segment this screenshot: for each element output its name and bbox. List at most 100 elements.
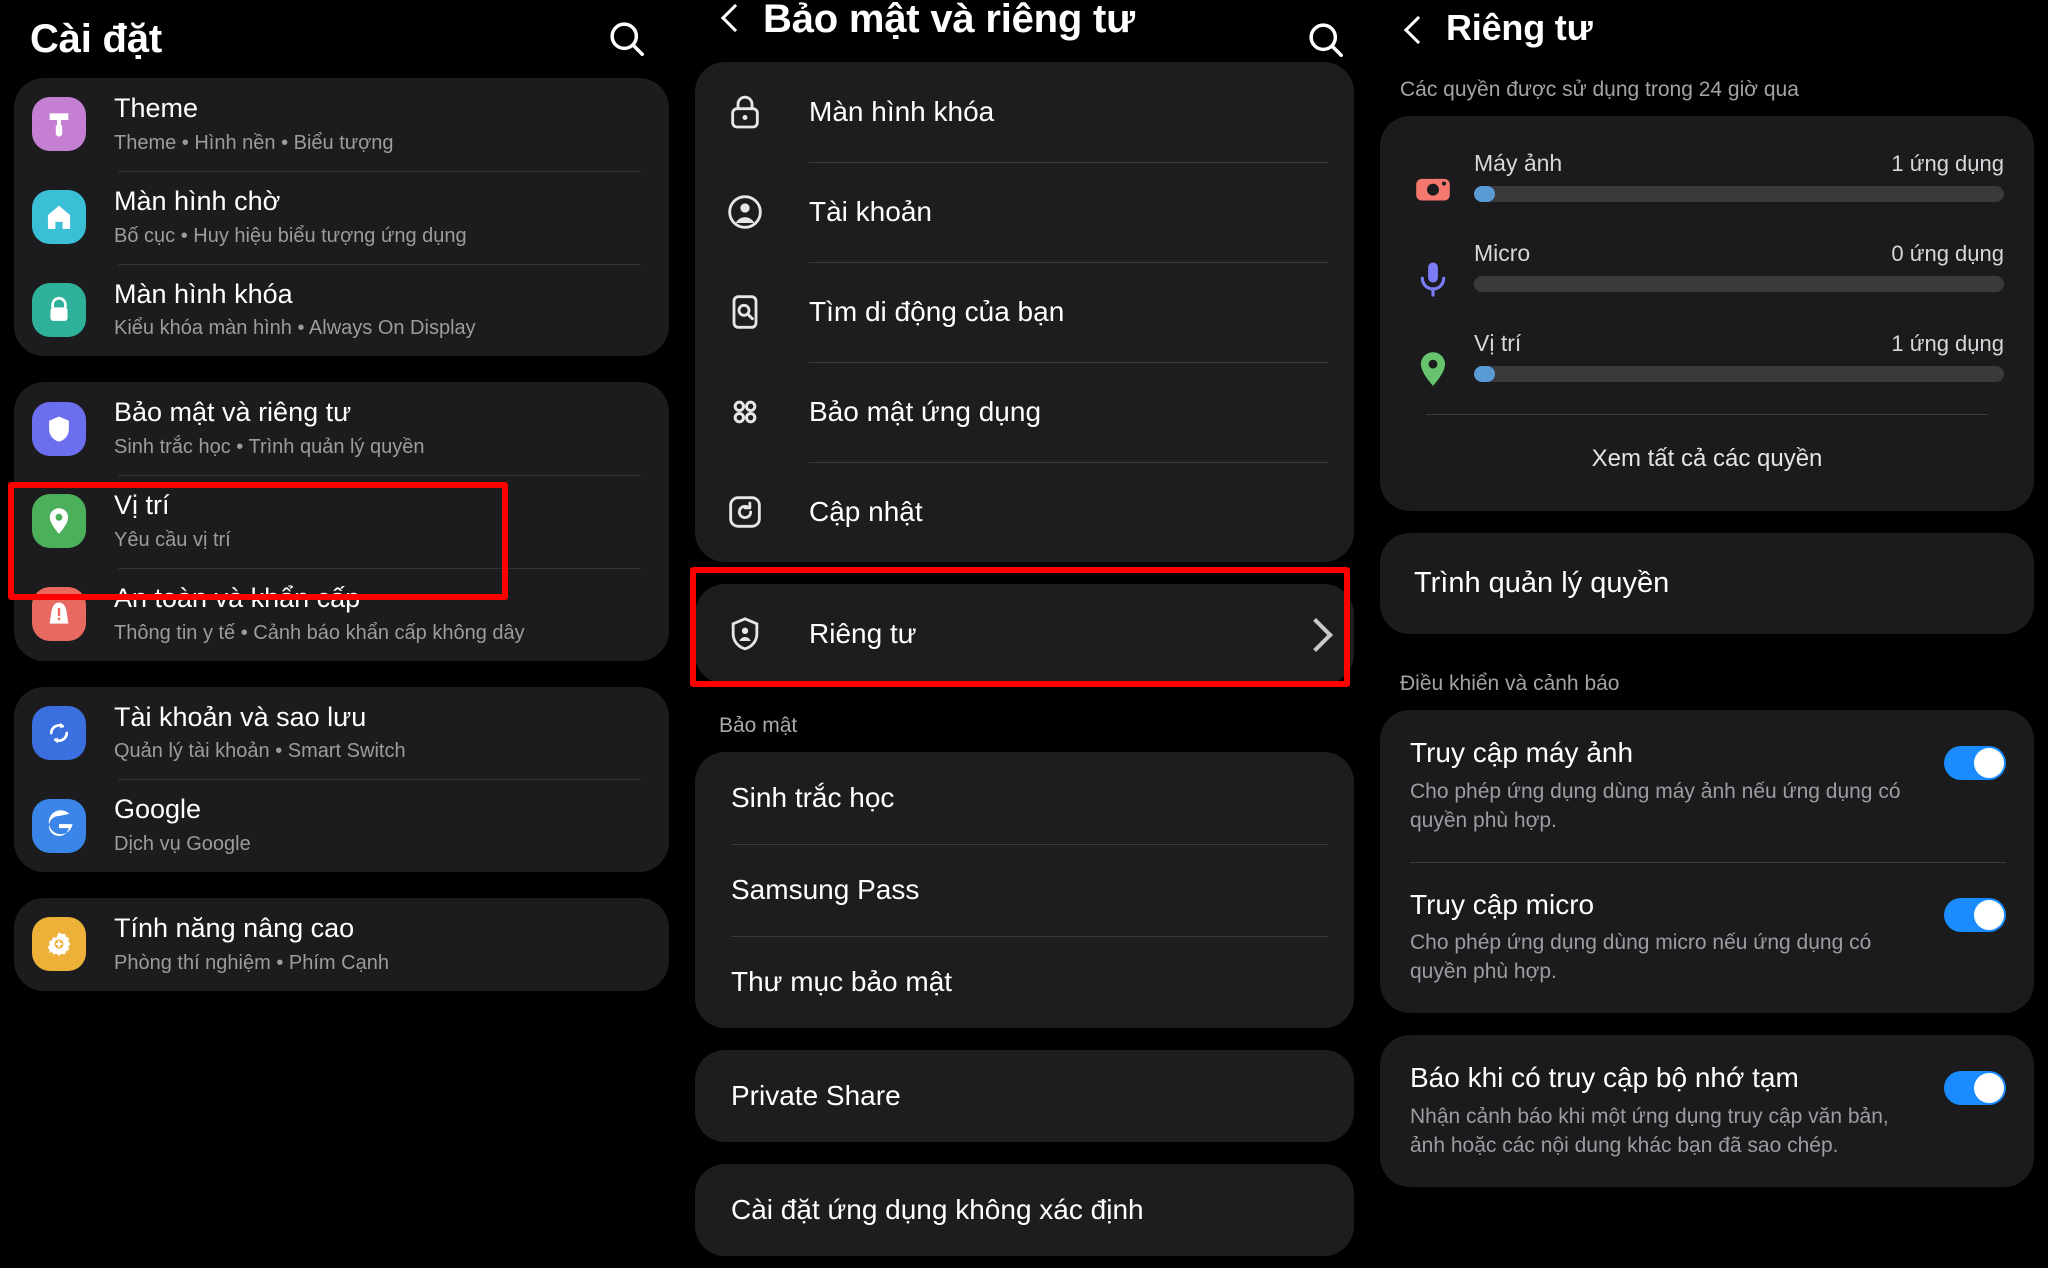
security-item-t-i-kho-n[interactable]: Tài khoản bbox=[695, 162, 1354, 262]
settings-row-title: Vị trí bbox=[114, 490, 170, 520]
settings-card: Tính năng nâng cao Phòng thí nghiệm • Phí… bbox=[14, 898, 669, 991]
three-panel-screenshot: Cài đặt Theme Theme • Hình nền • Biểu tượ… bbox=[0, 0, 2048, 1268]
security-item-c-p-nh-t[interactable]: Cập nhật bbox=[695, 462, 1354, 562]
section-label-controls-alerts: Điều khiển và cảnh báo bbox=[1400, 672, 1620, 695]
permission-head: Vị trí 1 ứng dụng bbox=[1474, 330, 2004, 357]
toggle-row[interactable]: Truy cập máy ảnh Cho phép ứng dụng dùng m… bbox=[1380, 710, 2034, 862]
view-all-permissions-button[interactable]: Xem tất cả các quyền bbox=[1426, 415, 1988, 501]
settings-header: Cài đặt bbox=[0, 0, 683, 78]
permission-name: Micro bbox=[1474, 240, 1531, 266]
security-item-label: Tài khoản bbox=[809, 196, 932, 227]
emergency-icon bbox=[32, 587, 86, 642]
privacy-entry-card: Riêng tư bbox=[695, 584, 1354, 684]
security-subitem-sinh-tr-c-h-c[interactable]: Sinh trắc học bbox=[695, 752, 1354, 844]
settings-row-google[interactable]: Google Dịch vụ Google bbox=[14, 779, 669, 872]
toggle-row[interactable]: Truy cập micro Cho phép ứng dụng dùng mic… bbox=[1380, 861, 2034, 1014]
settings-row-title: Màn hình khóa bbox=[114, 278, 293, 309]
security-item-label: Tìm di động của bạn bbox=[809, 296, 1065, 327]
back-chevron-icon[interactable] bbox=[713, 14, 747, 48]
settings-row-an-to-n-v-kh-n-c-p[interactable]: An toàn và khẩn cấp Thông tin y tế • Cảnh… bbox=[14, 567, 669, 661]
permission-manager-row[interactable]: Trình quản lý quyền bbox=[1380, 533, 2034, 634]
settings-row-theme[interactable]: Theme Theme • Hình nền • Biểu tượng bbox=[14, 78, 669, 171]
security-item-label: Cập nhật bbox=[809, 496, 923, 527]
microphone-icon bbox=[1410, 256, 1456, 302]
settings-row-subtitle: Phòng thí nghiệm • Phím Cạnh bbox=[114, 951, 389, 974]
security-subitem-label: Private Share bbox=[731, 1080, 901, 1111]
account-circle-icon bbox=[721, 188, 769, 236]
toggle-switch[interactable] bbox=[1944, 746, 2006, 780]
settings-row-t-i-kho-n-v-sao-l-u[interactable]: Tài khoản và sao lưu Quản lý tài khoản • … bbox=[14, 687, 669, 780]
security-item-m-n-h-nh-kh-a[interactable]: Màn hình khóa bbox=[695, 62, 1354, 162]
security-subitem-private-share[interactable]: Private Share bbox=[695, 1050, 1354, 1142]
private-share-card: Private Share bbox=[695, 1050, 1354, 1142]
settings-row-title: An toàn và khẩn cấp bbox=[114, 582, 361, 613]
advanced-gear-icon bbox=[32, 917, 86, 972]
settings-row-title: Google bbox=[114, 794, 202, 825]
security-privacy-header: Bảo mật và riêng tư bbox=[683, 0, 1366, 62]
settings-card: Theme Theme • Hình nền • Biểu tượng Màn hì… bbox=[14, 78, 669, 357]
settings-row-t-nh-n-ng-n-ng-cao[interactable]: Tính năng nâng cao Phòng thí nghiệm • Phí… bbox=[14, 898, 669, 991]
chevron-right-icon bbox=[1304, 623, 1326, 645]
search-icon[interactable] bbox=[1304, 18, 1348, 62]
settings-row-subtitle: Theme • Hình nền • Biểu tượng bbox=[114, 131, 394, 154]
settings-row-texts: Tính năng nâng cao Phòng thí nghiệm • Phí… bbox=[114, 912, 389, 977]
privacy-content: Các quyền được sử dụng trong 24 giờ qua M… bbox=[1366, 62, 2048, 1187]
settings-row-texts: Bảo mật và riêng tư Sinh trắc học • Trình… bbox=[114, 396, 425, 461]
toggle-switch[interactable] bbox=[1944, 897, 2006, 932]
page-title: Cài đặt bbox=[30, 16, 162, 61]
security-subitem-label: Sinh trắc học bbox=[731, 782, 895, 813]
permission-row: Máy ảnh 1 ứng dụng bbox=[1410, 140, 2004, 230]
settings-row-title: Tính năng nâng cao bbox=[114, 913, 355, 943]
permission-body: Vị trí 1 ứng dụng bbox=[1474, 330, 2004, 382]
security-subitem-unknown-apps[interactable]: Cài đặt ứng dụng không xác định bbox=[695, 1164, 1354, 1256]
settings-row-title: Theme bbox=[114, 93, 199, 123]
settings-row-m-n-h-nh-ch-[interactable]: Màn hình chờ Bố cục • Huy hiệu biểu tượng… bbox=[14, 170, 669, 264]
settings-row-m-n-h-nh-kh-a[interactable]: Màn hình khóa Kiểu khóa màn hình • Always… bbox=[14, 263, 669, 357]
search-icon[interactable] bbox=[605, 17, 649, 61]
security-item-b-o-m-t-ng-d-ng[interactable]: Bảo mật ứng dụng bbox=[695, 362, 1354, 462]
settings-row-texts: An toàn và khẩn cấp Thông tin y tế • Cảnh… bbox=[114, 582, 525, 647]
privacy-header: Riêng tư bbox=[1366, 0, 2048, 62]
settings-row-b-o-m-t-v-ri-ng-t-[interactable]: Bảo mật và riêng tư Sinh trắc học • Trình… bbox=[14, 382, 669, 475]
security-sublist-card: Sinh trắc học Samsung Pass Thư mục bảo mật bbox=[695, 752, 1354, 1028]
permission-body: Micro 0 ứng dụng bbox=[1474, 240, 2004, 292]
permission-bar bbox=[1474, 366, 2004, 382]
security-privacy-panel: Bảo mật và riêng tư Màn hình khóa Tài kho… bbox=[683, 0, 1366, 1268]
update-icon bbox=[721, 488, 769, 536]
security-subitem-label: Cài đặt ứng dụng không xác định bbox=[731, 1194, 1144, 1225]
permission-name: Vị trí bbox=[1474, 330, 1522, 356]
unknown-apps-card: Cài đặt ứng dụng không xác định bbox=[695, 1164, 1354, 1256]
settings-row-texts: Tài khoản và sao lưu Quản lý tài khoản • … bbox=[114, 701, 406, 766]
security-item-t-m-di-ng-c-a-b-n[interactable]: Tìm di động của bạn bbox=[695, 262, 1354, 362]
settings-panel: Cài đặt Theme Theme • Hình nền • Biểu tượ… bbox=[0, 0, 683, 1268]
lock-outline-icon bbox=[721, 88, 769, 136]
security-subitem-samsung-pass[interactable]: Samsung Pass bbox=[695, 844, 1354, 936]
permission-head: Micro 0 ứng dụng bbox=[1474, 240, 2004, 267]
clipboard-alert-card: Báo khi có truy cập bộ nhớ tạm Nhận cảnh … bbox=[1380, 1035, 2034, 1187]
security-item-rieng-tu[interactable]: Riêng tư bbox=[695, 584, 1354, 684]
sync-icon bbox=[32, 705, 86, 760]
settings-row-texts: Google Dịch vụ Google bbox=[114, 793, 251, 858]
toggle-title: Truy cập máy ảnh bbox=[1410, 737, 1634, 768]
google-icon bbox=[32, 798, 86, 853]
toggle-row[interactable]: Báo khi có truy cập bộ nhớ tạm Nhận cảnh … bbox=[1380, 1035, 2034, 1187]
permission-name: Máy ảnh bbox=[1474, 150, 1563, 176]
privacy-shield-icon bbox=[721, 610, 769, 658]
settings-row-texts: Màn hình chờ Bố cục • Huy hiệu biểu tượng… bbox=[114, 185, 467, 250]
settings-row-subtitle: Dịch vụ Google bbox=[114, 833, 251, 855]
settings-row-v-tr-[interactable]: Vị trí Yêu cầu vị trí bbox=[14, 475, 669, 568]
permission-count: 0 ứng dụng bbox=[1891, 241, 2004, 266]
permission-count: 1 ứng dụng bbox=[1891, 331, 2004, 356]
theme-brush-icon bbox=[32, 97, 86, 152]
security-subitem-label: Samsung Pass bbox=[731, 874, 920, 905]
permission-row: Vị trí 1 ứng dụng bbox=[1410, 320, 2004, 410]
toggle-switch[interactable] bbox=[1944, 1071, 2006, 1106]
settings-row-subtitle: Kiểu khóa màn hình • Always On Display bbox=[114, 317, 476, 340]
security-subitem-label: Thư mục bảo mật bbox=[731, 966, 953, 997]
lock-icon bbox=[32, 282, 86, 337]
toggle-title: Truy cập micro bbox=[1410, 888, 1595, 920]
security-subitem-th-m-c-b-o-m-t[interactable]: Thư mục bảo mật bbox=[695, 936, 1354, 1028]
section-label-security: Bảo mật bbox=[719, 714, 798, 737]
camera-icon bbox=[1410, 166, 1456, 212]
back-chevron-icon[interactable] bbox=[1396, 14, 1430, 48]
